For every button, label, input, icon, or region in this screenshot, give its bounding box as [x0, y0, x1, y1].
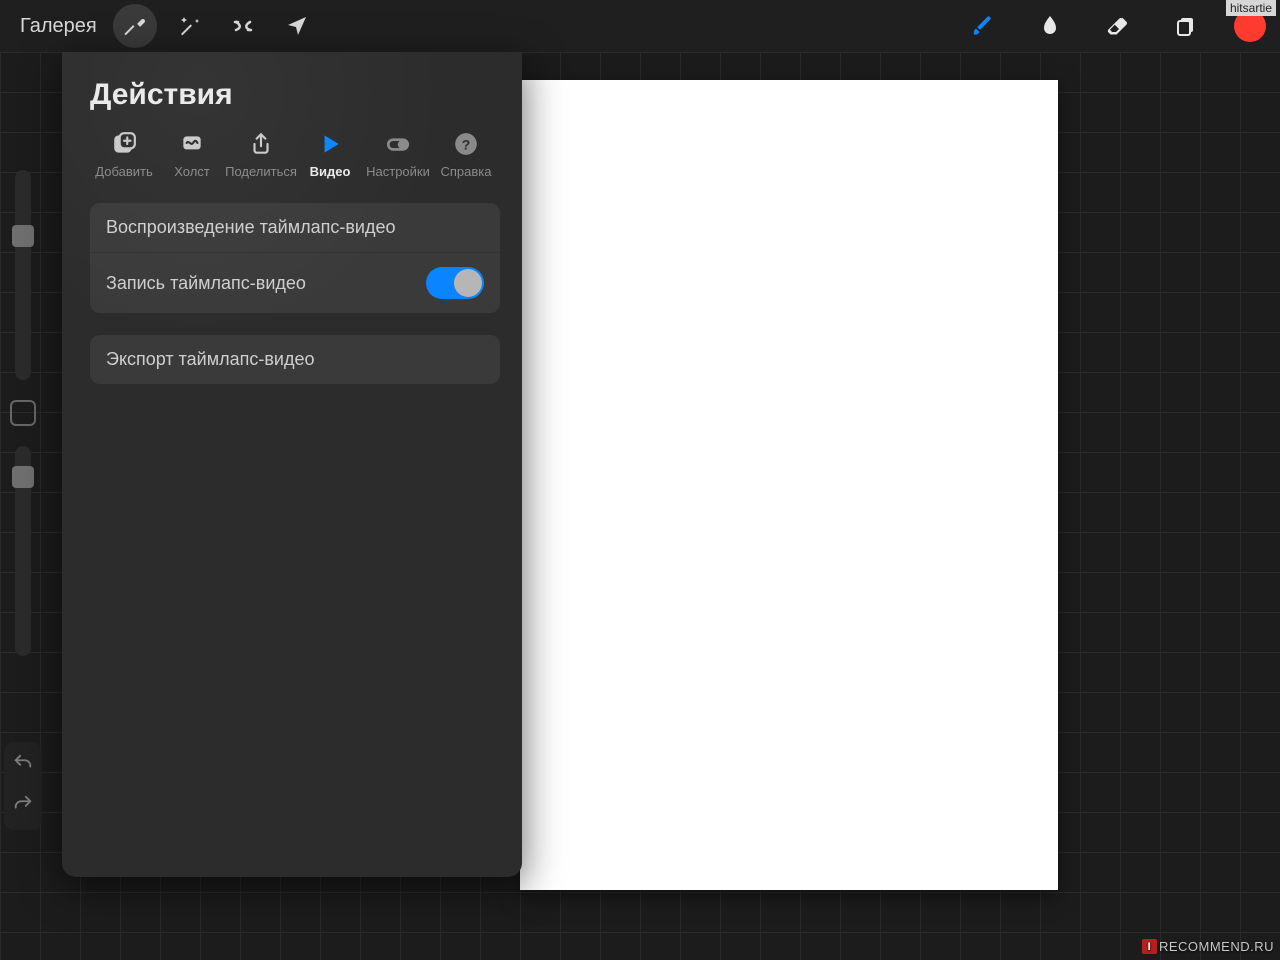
tab-label: Добавить: [95, 164, 152, 179]
actions-panel: Действия Добавить Холст Поделиться Видео: [62, 52, 522, 877]
eyedropper-button[interactable]: [10, 400, 36, 426]
account-tag: hitsartie: [1226, 0, 1276, 16]
undo-redo-group: [4, 742, 42, 830]
eraser-icon[interactable]: [1098, 6, 1138, 46]
tab-label: Настройки: [366, 164, 430, 179]
move-icon[interactable]: [275, 4, 319, 48]
gallery-button[interactable]: Галерея: [14, 11, 103, 42]
watermark: I RECOMMEND.RU: [1142, 939, 1274, 954]
row-label: Воспроизведение таймлапс-видео: [106, 217, 395, 238]
tab-settings[interactable]: Настройки: [364, 130, 432, 179]
record-timelapse-row[interactable]: Запись таймлапс-видео: [90, 252, 500, 313]
row-label: Запись таймлапс-видео: [106, 273, 306, 294]
plus-square-icon: [110, 130, 138, 158]
magic-wand-icon[interactable]: [167, 4, 211, 48]
opacity-slider[interactable]: [15, 446, 31, 656]
side-controls: [4, 170, 42, 656]
tab-video[interactable]: Видео: [296, 130, 364, 179]
tab-add[interactable]: Добавить: [90, 130, 158, 179]
redo-button[interactable]: [12, 793, 34, 820]
brush-icon[interactable]: [962, 6, 1002, 46]
row-label: Экспорт таймлапс-видео: [106, 349, 315, 370]
video-group-1: Воспроизведение таймлапс-видео Запись та…: [90, 203, 500, 313]
tab-label: Справка: [441, 164, 492, 179]
tab-canvas[interactable]: Холст: [158, 130, 226, 179]
undo-button[interactable]: [12, 752, 34, 779]
tab-label: Видео: [310, 164, 351, 179]
svg-text:?: ?: [462, 136, 471, 152]
video-group-2: Экспорт таймлапс-видео: [90, 335, 500, 384]
canvas-icon: [178, 130, 206, 158]
tab-share[interactable]: Поделиться: [226, 130, 296, 179]
play-icon: [316, 130, 344, 158]
record-timelapse-toggle[interactable]: [426, 267, 484, 299]
actions-title: Действия: [90, 78, 500, 112]
smudge-icon[interactable]: [1030, 6, 1070, 46]
brush-size-slider[interactable]: [15, 170, 31, 380]
watermark-text: RECOMMEND.RU: [1159, 939, 1274, 954]
tab-help[interactable]: ? Справка: [432, 130, 500, 179]
topbar: Галерея: [0, 0, 1280, 52]
selection-icon[interactable]: [221, 4, 265, 48]
actions-tabs: Добавить Холст Поделиться Видео Настройк…: [90, 130, 500, 193]
tab-label: Холст: [174, 164, 210, 179]
watermark-badge: I: [1142, 939, 1157, 954]
canvas-page[interactable]: [520, 80, 1058, 890]
export-timelapse-row[interactable]: Экспорт таймлапс-видео: [90, 335, 500, 384]
help-icon: ?: [452, 130, 480, 158]
share-icon: [247, 130, 275, 158]
tab-label: Поделиться: [225, 164, 297, 179]
gear-toggle-icon: [384, 130, 412, 158]
layers-icon[interactable]: [1166, 6, 1206, 46]
wrench-icon[interactable]: [113, 4, 157, 48]
play-timelapse-row[interactable]: Воспроизведение таймлапс-видео: [90, 203, 500, 252]
